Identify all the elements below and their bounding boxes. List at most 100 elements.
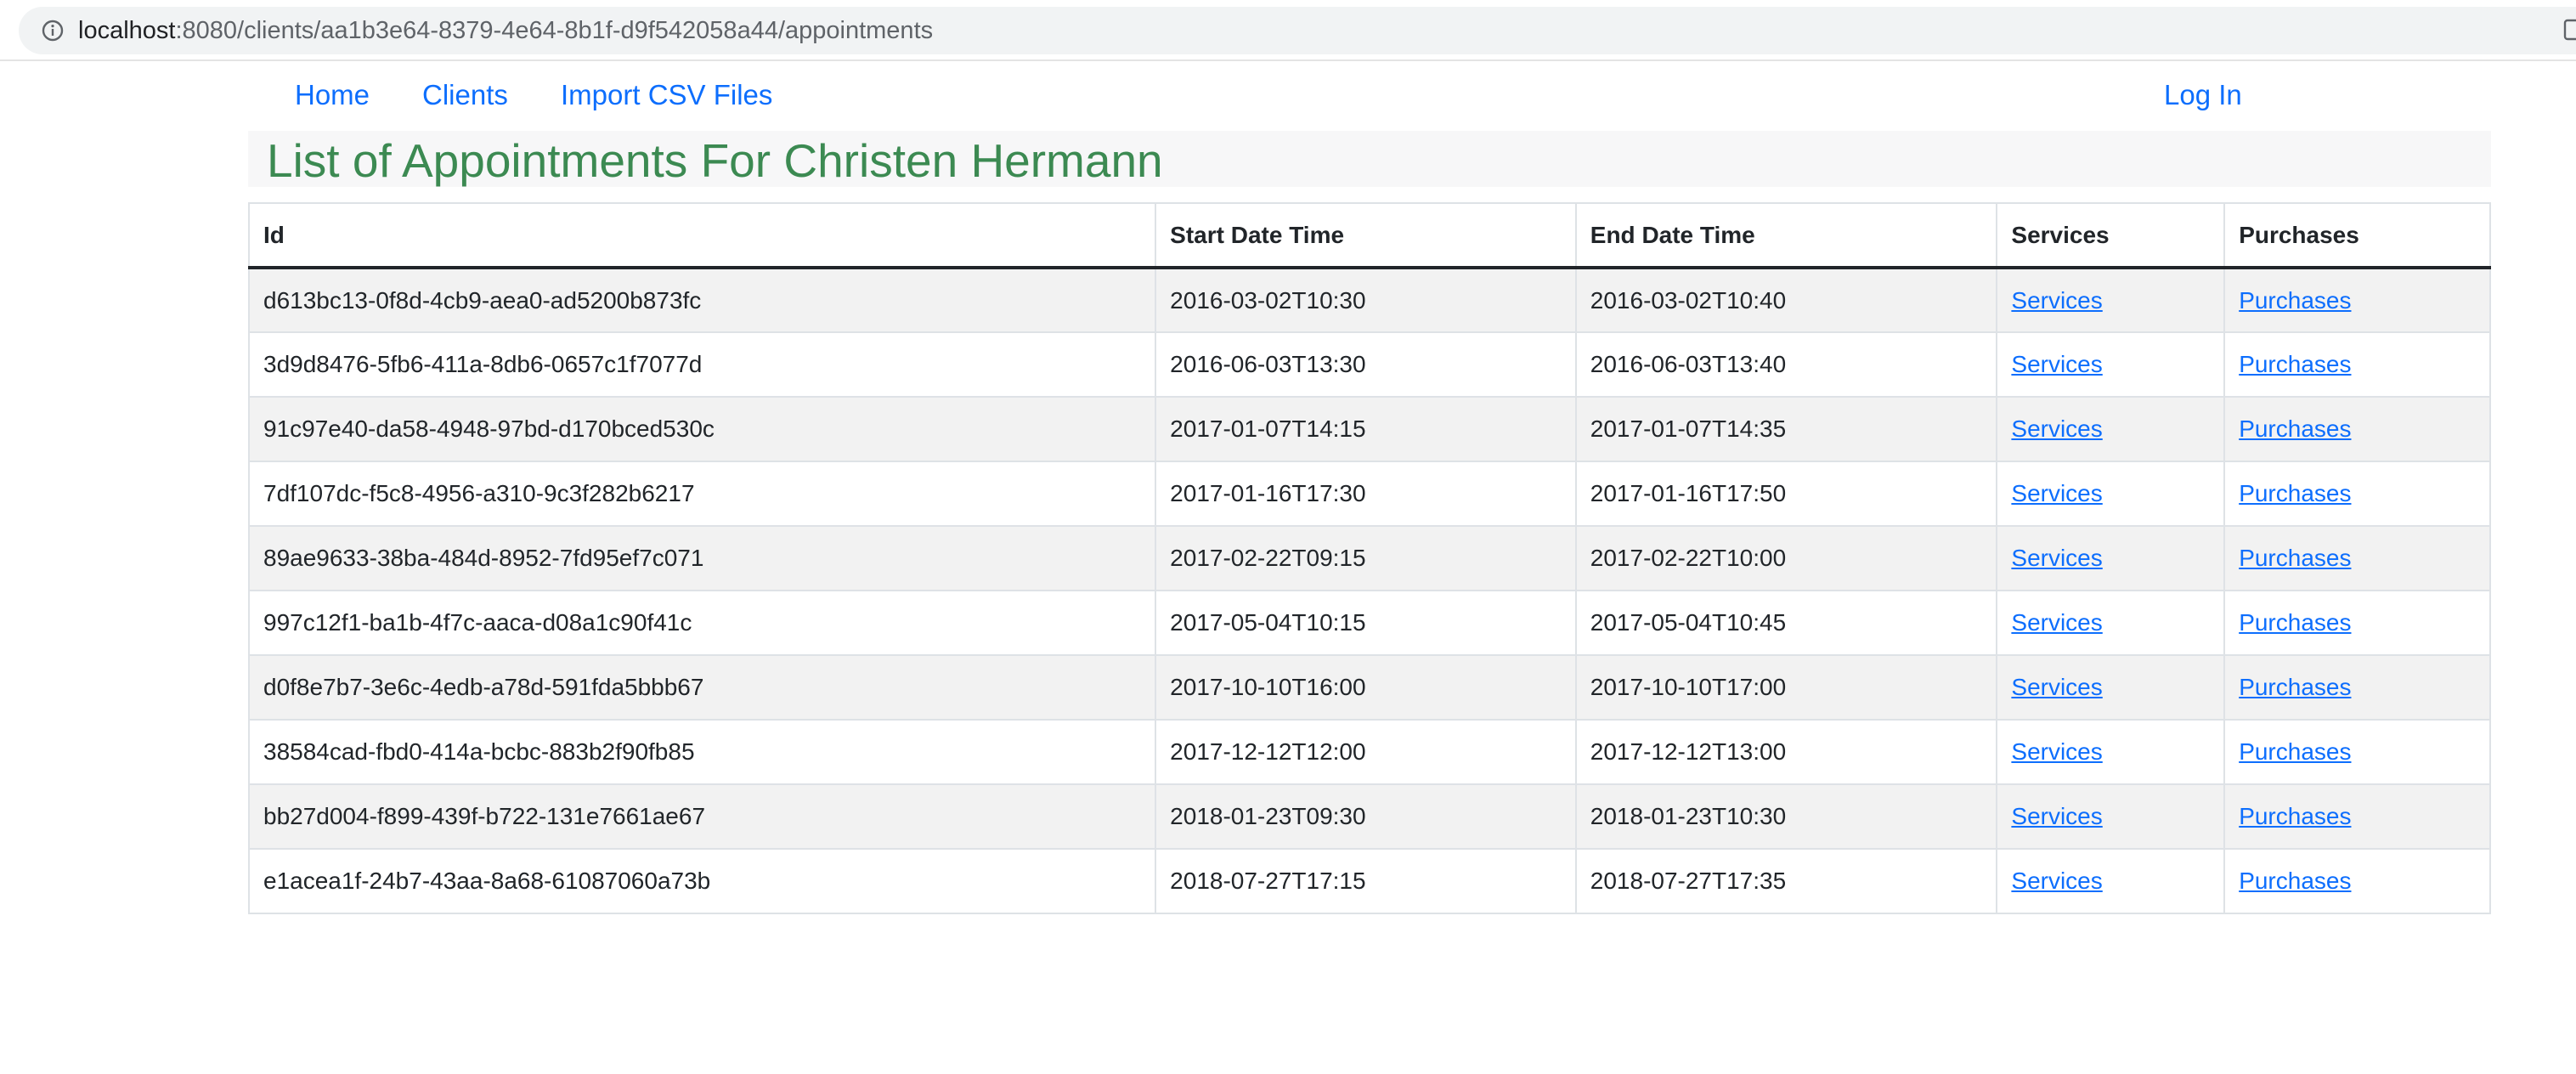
table-row: 89ae9633-38ba-484d-8952-7fd95ef7c071 2017… xyxy=(247,526,2491,591)
table-row: 997c12f1-ba1b-4f7c-aaca-d08a1c90f41c 2017… xyxy=(247,591,2491,656)
table-cell-services: Services xyxy=(1996,720,2226,785)
purchases-link[interactable]: Purchases xyxy=(2239,351,2351,377)
nav-login-link[interactable]: Log In xyxy=(2164,78,2242,112)
purchases-link[interactable]: Purchases xyxy=(2239,738,2351,765)
table-cell-purchases: Purchases xyxy=(2223,720,2491,785)
table-cell-services: Services xyxy=(1996,591,2226,656)
column-header-purchases: Purchases xyxy=(2223,202,2491,269)
table-cell-end: 2017-12-12T13:00 xyxy=(1574,720,1998,785)
services-link[interactable]: Services xyxy=(2011,351,2102,377)
table-cell-purchases: Purchases xyxy=(2223,526,2491,591)
table-cell-services: Services xyxy=(1996,397,2226,462)
table-row: d0f8e7b7-3e6c-4edb-a78d-591fda5bbb67 2017… xyxy=(247,655,2491,721)
services-link[interactable]: Services xyxy=(2011,480,2102,506)
table-cell-start: 2017-10-10T16:00 xyxy=(1155,655,1577,721)
table-cell-end: 2017-10-10T17:00 xyxy=(1574,655,1998,721)
table-cell-purchases: Purchases xyxy=(2223,655,2491,721)
purchases-link[interactable]: Purchases xyxy=(2239,545,2351,571)
table-cell-services: Services xyxy=(1996,655,2226,721)
column-header-end: End Date Time xyxy=(1574,202,1998,269)
table-cell-start: 2018-01-23T09:30 xyxy=(1155,784,1577,850)
purchases-link[interactable]: Purchases xyxy=(2239,609,2351,636)
purchases-link[interactable]: Purchases xyxy=(2239,674,2351,700)
table-cell-start: 2017-01-07T14:15 xyxy=(1155,397,1577,462)
info-icon[interactable] xyxy=(41,19,65,42)
services-link[interactable]: Services xyxy=(2011,287,2102,314)
table-cell-start: 2017-12-12T12:00 xyxy=(1155,720,1577,785)
table-cell-id: 7df107dc-f5c8-4956-a310-9c3f282b6217 xyxy=(247,461,1157,527)
appointments-table: Id Start Date Time End Date Time Service… xyxy=(247,202,2491,914)
nav-import-csv-link[interactable]: Import CSV Files xyxy=(561,78,772,112)
purchases-link[interactable]: Purchases xyxy=(2239,480,2351,506)
table-cell-services: Services xyxy=(1996,268,2226,333)
purchases-link[interactable]: Purchases xyxy=(2239,868,2351,894)
table-row: 7df107dc-f5c8-4956-a310-9c3f282b6217 2017… xyxy=(247,461,2491,527)
table-cell-id: e1acea1f-24b7-43aa-8a68-61087060a73b xyxy=(247,849,1157,914)
table-cell-end: 2018-07-27T17:35 xyxy=(1574,849,1998,914)
nav-clients-link[interactable]: Clients xyxy=(422,78,508,112)
table-cell-id: 89ae9633-38ba-484d-8952-7fd95ef7c071 xyxy=(247,526,1157,591)
table-cell-id: bb27d004-f899-439f-b722-131e7661ae67 xyxy=(247,784,1157,850)
url-path: :8080/clients/aa1b3e64-8379-4e64-8b1f-d9… xyxy=(175,17,934,44)
extension-icon[interactable] xyxy=(2562,17,2576,42)
column-header-services: Services xyxy=(1996,202,2226,269)
table-cell-purchases: Purchases xyxy=(2223,784,2491,850)
table-cell-end: 2017-01-07T14:35 xyxy=(1574,397,1998,462)
table-row: e1acea1f-24b7-43aa-8a68-61087060a73b 2018… xyxy=(247,849,2491,914)
column-header-start: Start Date Time xyxy=(1155,202,1577,269)
table-row: bb27d004-f899-439f-b722-131e7661ae67 2018… xyxy=(247,784,2491,850)
table-cell-id: d0f8e7b7-3e6c-4edb-a78d-591fda5bbb67 xyxy=(247,655,1157,721)
services-link[interactable]: Services xyxy=(2011,674,2102,700)
table-cell-purchases: Purchases xyxy=(2223,461,2491,527)
table-cell-end: 2016-06-03T13:40 xyxy=(1574,332,1998,398)
column-header-id: Id xyxy=(247,202,1157,269)
table-cell-purchases: Purchases xyxy=(2223,268,2491,333)
table-body: d613bc13-0f8d-4cb9-aea0-ad5200b873fc 2016… xyxy=(247,268,2491,914)
table-header-row: Id Start Date Time End Date Time Service… xyxy=(247,202,2491,269)
top-navbar: Home Clients Import CSV Files Log In xyxy=(0,61,2576,131)
services-link[interactable]: Services xyxy=(2011,545,2102,571)
page-title: List of Appointments For Christen Herman… xyxy=(267,134,1163,187)
purchases-link[interactable]: Purchases xyxy=(2239,287,2351,314)
table-row: 38584cad-fbd0-414a-bcbc-883b2f90fb85 2017… xyxy=(247,720,2491,785)
table-cell-end: 2017-02-22T10:00 xyxy=(1574,526,1998,591)
table-cell-services: Services xyxy=(1996,784,2226,850)
services-link[interactable]: Services xyxy=(2011,609,2102,636)
table-cell-end: 2017-05-04T10:45 xyxy=(1574,591,1998,656)
table-header: Id Start Date Time End Date Time Service… xyxy=(247,202,2491,269)
table-row: 91c97e40-da58-4948-97bd-d170bced530c 2017… xyxy=(247,397,2491,462)
table-cell-end: 2016-03-02T10:40 xyxy=(1574,268,1998,333)
table-cell-purchases: Purchases xyxy=(2223,849,2491,914)
table-cell-purchases: Purchases xyxy=(2223,397,2491,462)
table-row: d613bc13-0f8d-4cb9-aea0-ad5200b873fc 2016… xyxy=(247,268,2491,333)
table-cell-id: 3d9d8476-5fb6-411a-8db6-0657c1f7077d xyxy=(247,332,1157,398)
table-cell-purchases: Purchases xyxy=(2223,591,2491,656)
table-cell-end: 2018-01-23T10:30 xyxy=(1574,784,1998,850)
table-cell-services: Services xyxy=(1996,332,2226,398)
table-cell-end: 2017-01-16T17:50 xyxy=(1574,461,1998,527)
table-cell-id: 997c12f1-ba1b-4f7c-aaca-d08a1c90f41c xyxy=(247,591,1157,656)
table-cell-start: 2017-01-16T17:30 xyxy=(1155,461,1577,527)
table-cell-start: 2016-03-02T10:30 xyxy=(1155,268,1577,333)
table-cell-id: 91c97e40-da58-4948-97bd-d170bced530c xyxy=(247,397,1157,462)
services-link[interactable]: Services xyxy=(2011,738,2102,765)
table-cell-services: Services xyxy=(1996,849,2226,914)
purchases-link[interactable]: Purchases xyxy=(2239,415,2351,442)
table-cell-id: 38584cad-fbd0-414a-bcbc-883b2f90fb85 xyxy=(247,720,1157,785)
table-cell-start: 2017-05-04T10:15 xyxy=(1155,591,1577,656)
nav-home-link[interactable]: Home xyxy=(295,78,370,112)
table-cell-services: Services xyxy=(1996,526,2226,591)
browser-address-bar: localhost:8080/clients/aa1b3e64-8379-4e6… xyxy=(0,0,2576,61)
services-link[interactable]: Services xyxy=(2011,803,2102,829)
services-link[interactable]: Services xyxy=(2011,415,2102,442)
table-cell-purchases: Purchases xyxy=(2223,332,2491,398)
table-cell-id: d613bc13-0f8d-4cb9-aea0-ad5200b873fc xyxy=(247,268,1157,333)
table-cell-start: 2016-06-03T13:30 xyxy=(1155,332,1577,398)
url-field[interactable]: localhost:8080/clients/aa1b3e64-8379-4e6… xyxy=(19,7,2576,54)
purchases-link[interactable]: Purchases xyxy=(2239,803,2351,829)
table-cell-start: 2018-07-27T17:15 xyxy=(1155,849,1577,914)
table-cell-services: Services xyxy=(1996,461,2226,527)
table-row: 3d9d8476-5fb6-411a-8db6-0657c1f7077d 2016… xyxy=(247,332,2491,398)
services-link[interactable]: Services xyxy=(2011,868,2102,894)
url-text[interactable]: localhost:8080/clients/aa1b3e64-8379-4e6… xyxy=(78,7,933,54)
